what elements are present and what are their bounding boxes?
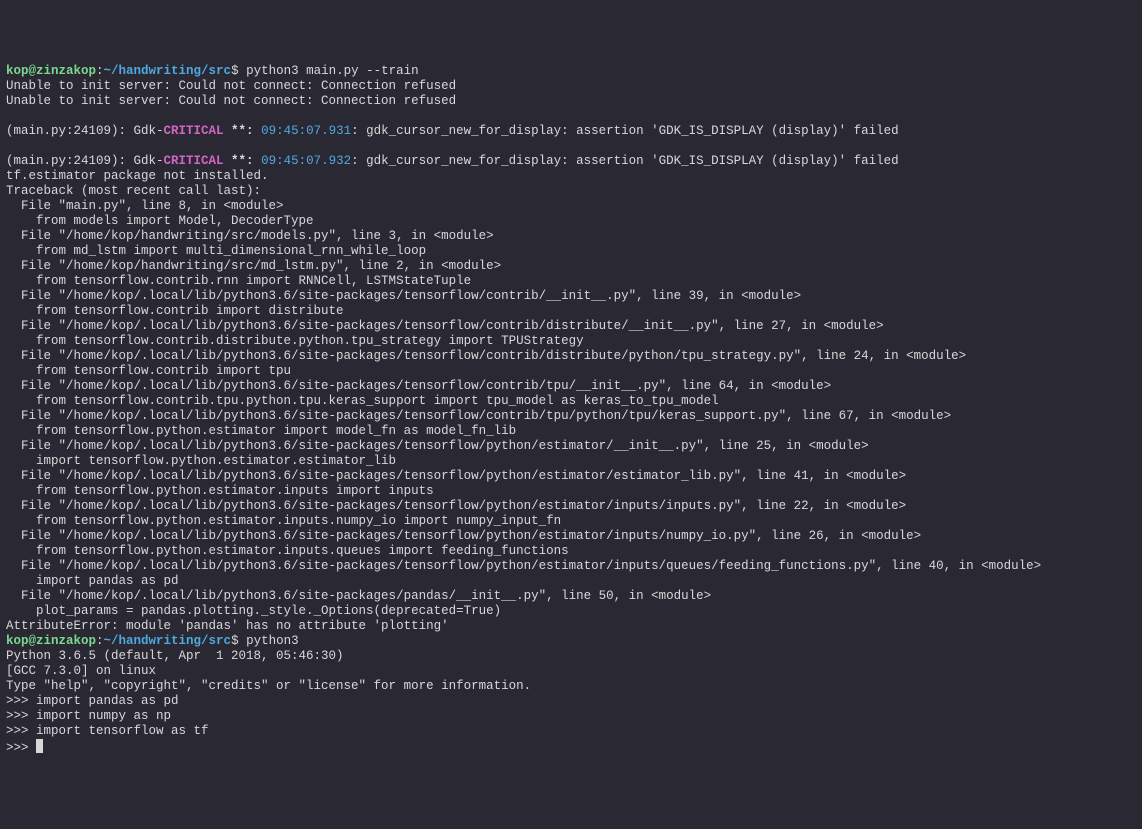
prompt-line-1: kop@zinzakop:~/handwriting/src$ python3 … bbox=[6, 64, 1136, 79]
blank-line bbox=[6, 139, 1136, 154]
traceback-line: File "/home/kop/handwriting/src/models.p… bbox=[6, 229, 1136, 244]
prompt-path: ~/handwriting/src bbox=[104, 64, 232, 78]
prompt-user: kop@zinzakop bbox=[6, 64, 96, 78]
gdk-prefix: (main.py:24109): Gdk- bbox=[6, 124, 164, 138]
traceback-line: File "/home/kop/.local/lib/python3.6/sit… bbox=[6, 469, 1136, 484]
traceback-line: File "/home/kop/.local/lib/python3.6/sit… bbox=[6, 409, 1136, 424]
python-banner: [GCC 7.3.0] on linux bbox=[6, 664, 1136, 679]
repl-line[interactable]: >>> import numpy as np bbox=[6, 709, 1136, 724]
blank-line bbox=[6, 109, 1136, 124]
gdk-stars: **: bbox=[224, 154, 262, 168]
prompt-line-2: kop@zinzakop:~/handwriting/src$ python3 bbox=[6, 634, 1136, 649]
prompt-path: ~/handwriting/src bbox=[104, 634, 232, 648]
terminal[interactable]: kop@zinzakop:~/handwriting/src$ python3 … bbox=[6, 64, 1136, 756]
traceback-line: from tensorflow.python.estimator import … bbox=[6, 424, 1136, 439]
traceback-header: Traceback (most recent call last): bbox=[6, 184, 1136, 199]
traceback-line: from tensorflow.contrib import distribut… bbox=[6, 304, 1136, 319]
cursor bbox=[36, 739, 43, 753]
traceback-line: from models import Model, DecoderType bbox=[6, 214, 1136, 229]
traceback-line: from tensorflow.python.estimator.inputs … bbox=[6, 484, 1136, 499]
traceback-line: import tensorflow.python.estimator.estim… bbox=[6, 454, 1136, 469]
gdk-critical-line: (main.py:24109): Gdk-CRITICAL **: 09:45:… bbox=[6, 124, 1136, 139]
error-connect: Unable to init server: Could not connect… bbox=[6, 94, 1136, 109]
gdk-msg: : gdk_cursor_new_for_display: assertion … bbox=[351, 124, 899, 138]
traceback-line: from tensorflow.contrib.tpu.python.tpu.k… bbox=[6, 394, 1136, 409]
gdk-critical-line: (main.py:24109): Gdk-CRITICAL **: 09:45:… bbox=[6, 154, 1136, 169]
python-banner: Python 3.6.5 (default, Apr 1 2018, 05:46… bbox=[6, 649, 1136, 664]
repl-line[interactable]: >>> import tensorflow as tf bbox=[6, 724, 1136, 739]
error-connect: Unable to init server: Could not connect… bbox=[6, 79, 1136, 94]
command-input[interactable]: python3 bbox=[239, 634, 299, 648]
gdk-critical: CRITICAL bbox=[164, 154, 224, 168]
traceback-line: File "/home/kop/.local/lib/python3.6/sit… bbox=[6, 439, 1136, 454]
repl-prompt[interactable]: >>> bbox=[6, 739, 1136, 756]
traceback-line: from tensorflow.python.estimator.inputs.… bbox=[6, 514, 1136, 529]
traceback-line: plot_params = pandas.plotting._style._Op… bbox=[6, 604, 1136, 619]
traceback-line: from md_lstm import multi_dimensional_rn… bbox=[6, 244, 1136, 259]
traceback-line: File "/home/kop/.local/lib/python3.6/sit… bbox=[6, 559, 1136, 574]
traceback-line: from tensorflow.contrib.distribute.pytho… bbox=[6, 334, 1136, 349]
traceback-line: File "/home/kop/.local/lib/python3.6/sit… bbox=[6, 499, 1136, 514]
repl-line[interactable]: >>> import pandas as pd bbox=[6, 694, 1136, 709]
gdk-critical: CRITICAL bbox=[164, 124, 224, 138]
python-banner: Type "help", "copyright", "credits" or "… bbox=[6, 679, 1136, 694]
gdk-time: 09:45:07.932 bbox=[261, 154, 351, 168]
traceback-line: import pandas as pd bbox=[6, 574, 1136, 589]
gdk-stars: **: bbox=[224, 124, 262, 138]
traceback-line: File "/home/kop/.local/lib/python3.6/sit… bbox=[6, 349, 1136, 364]
traceback-line: from tensorflow.contrib import tpu bbox=[6, 364, 1136, 379]
traceback-line: File "/home/kop/.local/lib/python3.6/sit… bbox=[6, 319, 1136, 334]
traceback-line: File "/home/kop/.local/lib/python3.6/sit… bbox=[6, 589, 1136, 604]
traceback-line: File "main.py", line 8, in <module> bbox=[6, 199, 1136, 214]
traceback-line: from tensorflow.python.estimator.inputs.… bbox=[6, 544, 1136, 559]
prompt-user: kop@zinzakop bbox=[6, 634, 96, 648]
gdk-time: 09:45:07.931 bbox=[261, 124, 351, 138]
traceback-line: File "/home/kop/.local/lib/python3.6/sit… bbox=[6, 529, 1136, 544]
traceback-line: File "/home/kop/.local/lib/python3.6/sit… bbox=[6, 379, 1136, 394]
gdk-msg: : gdk_cursor_new_for_display: assertion … bbox=[351, 154, 899, 168]
command-input[interactable]: python3 main.py --train bbox=[239, 64, 419, 78]
tf-estimator-msg: tf.estimator package not installed. bbox=[6, 169, 1136, 184]
traceback-line: from tensorflow.contrib.rnn import RNNCe… bbox=[6, 274, 1136, 289]
traceback-line: File "/home/kop/.local/lib/python3.6/sit… bbox=[6, 289, 1136, 304]
traceback-line: File "/home/kop/handwriting/src/md_lstm.… bbox=[6, 259, 1136, 274]
gdk-prefix: (main.py:24109): Gdk- bbox=[6, 154, 164, 168]
attribute-error: AttributeError: module 'pandas' has no a… bbox=[6, 619, 1136, 634]
